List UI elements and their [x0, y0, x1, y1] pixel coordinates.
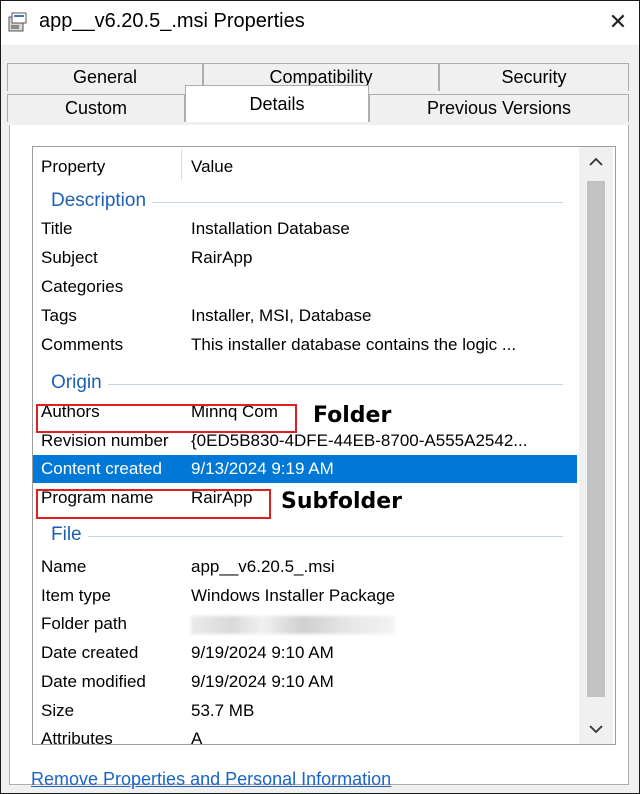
- property-name: Size: [41, 701, 75, 720]
- list-item[interactable]: Tags Installer, MSI, Database: [33, 302, 577, 330]
- list-item[interactable]: Categories: [33, 273, 577, 301]
- list-item[interactable]: Title Installation Database: [33, 215, 577, 243]
- property-value: app__v6.20.5_.msi: [191, 557, 335, 576]
- highlight-box-authors: [36, 404, 297, 433]
- property-value: 9/19/2024 9:10 AM: [191, 672, 334, 691]
- property-value: Windows Installer Package: [191, 586, 396, 605]
- property-value: 9/13/2024 9:19 AM: [191, 459, 334, 478]
- property-value: Installation Database: [191, 219, 350, 238]
- redacted-folder-path: [191, 616, 395, 634]
- property-value: {0ED5B830-4DFE-44EB-8700-A555A2542...: [191, 431, 528, 450]
- group-label: File: [51, 524, 88, 546]
- tab-row-bottom: Custom Details Previous Versions: [7, 85, 629, 124]
- list-item[interactable]: Item type Windows Installer Package: [33, 582, 577, 610]
- list-item[interactable]: Folder path: [33, 610, 577, 638]
- property-name: Revision number: [41, 431, 169, 450]
- remove-properties-link[interactable]: Remove Properties and Personal Informati…: [31, 769, 391, 790]
- list-header: Property Value: [33, 147, 577, 183]
- properties-list[interactable]: Property Value Description Title Installa…: [32, 146, 616, 745]
- column-header-value[interactable]: Value: [191, 157, 233, 177]
- list-item[interactable]: Date created 9/19/2024 9:10 AM: [33, 639, 577, 667]
- list-item[interactable]: Date modified 9/19/2024 9:10 AM: [33, 668, 577, 696]
- group-divider: [51, 384, 563, 385]
- annotation-folder: Folder: [313, 403, 392, 428]
- scrollbar-thumb[interactable]: [587, 181, 605, 697]
- vertical-scrollbar[interactable]: [579, 147, 613, 744]
- group-file: File: [33, 521, 577, 549]
- tab-previous-versions[interactable]: Previous Versions: [369, 94, 629, 122]
- chevron-down-icon[interactable]: [579, 714, 613, 744]
- property-name: Date created: [41, 643, 139, 662]
- properties-dialog: app__v6.20.5_.msi Properties ✕ General C…: [0, 0, 640, 794]
- group-origin: Origin: [33, 369, 577, 397]
- tab-custom[interactable]: Custom: [7, 94, 185, 122]
- group-label: Description: [51, 190, 153, 212]
- property-name: Name: [41, 557, 87, 576]
- tab-details[interactable]: Details: [185, 85, 369, 122]
- title-bar: app__v6.20.5_.msi Properties ✕: [1, 1, 639, 45]
- property-name: Attributes: [41, 729, 113, 745]
- group-label: Origin: [51, 372, 108, 394]
- list-item[interactable]: Subject RairApp: [33, 244, 577, 272]
- property-name: Comments: [41, 335, 124, 354]
- property-name: Subject: [41, 248, 98, 267]
- list-item-selected[interactable]: Content created 9/13/2024 9:19 AM: [33, 455, 577, 483]
- property-value: 53.7 MB: [191, 701, 255, 720]
- msi-installer-icon: [7, 11, 29, 33]
- property-value: This installer database contains the log…: [191, 335, 517, 354]
- property-name: Title: [41, 219, 73, 238]
- column-header-property[interactable]: Property: [41, 157, 105, 177]
- details-panel: Property Value Description Title Installa…: [9, 125, 629, 785]
- list-item[interactable]: Size 53.7 MB: [33, 697, 577, 725]
- annotation-subfolder: Subfolder: [281, 489, 402, 514]
- property-name: Item type: [41, 586, 111, 605]
- window-title: app__v6.20.5_.msi Properties: [39, 10, 305, 32]
- property-name: Content created: [41, 459, 162, 478]
- tab-security[interactable]: Security: [439, 63, 629, 91]
- column-divider[interactable]: [181, 149, 182, 181]
- property-name: Tags: [41, 306, 77, 325]
- property-value: RairApp: [191, 248, 253, 267]
- property-name: Categories: [41, 277, 124, 296]
- group-description: Description: [33, 187, 577, 215]
- list-item[interactable]: Name app__v6.20.5_.msi: [33, 553, 577, 581]
- property-value: A: [191, 729, 203, 745]
- list-item[interactable]: Comments This installer database contains…: [33, 331, 577, 359]
- list-item[interactable]: Attributes A: [33, 725, 577, 745]
- tab-general[interactable]: General: [7, 63, 203, 91]
- chevron-up-icon[interactable]: [579, 147, 613, 177]
- highlight-box-program-name: [36, 489, 271, 519]
- property-name: Date modified: [41, 672, 146, 691]
- property-value: Installer, MSI, Database: [191, 306, 372, 325]
- property-name: Folder path: [41, 614, 127, 633]
- group-divider: [51, 536, 563, 537]
- property-value: 9/19/2024 9:10 AM: [191, 643, 334, 662]
- close-icon[interactable]: ✕: [603, 7, 633, 37]
